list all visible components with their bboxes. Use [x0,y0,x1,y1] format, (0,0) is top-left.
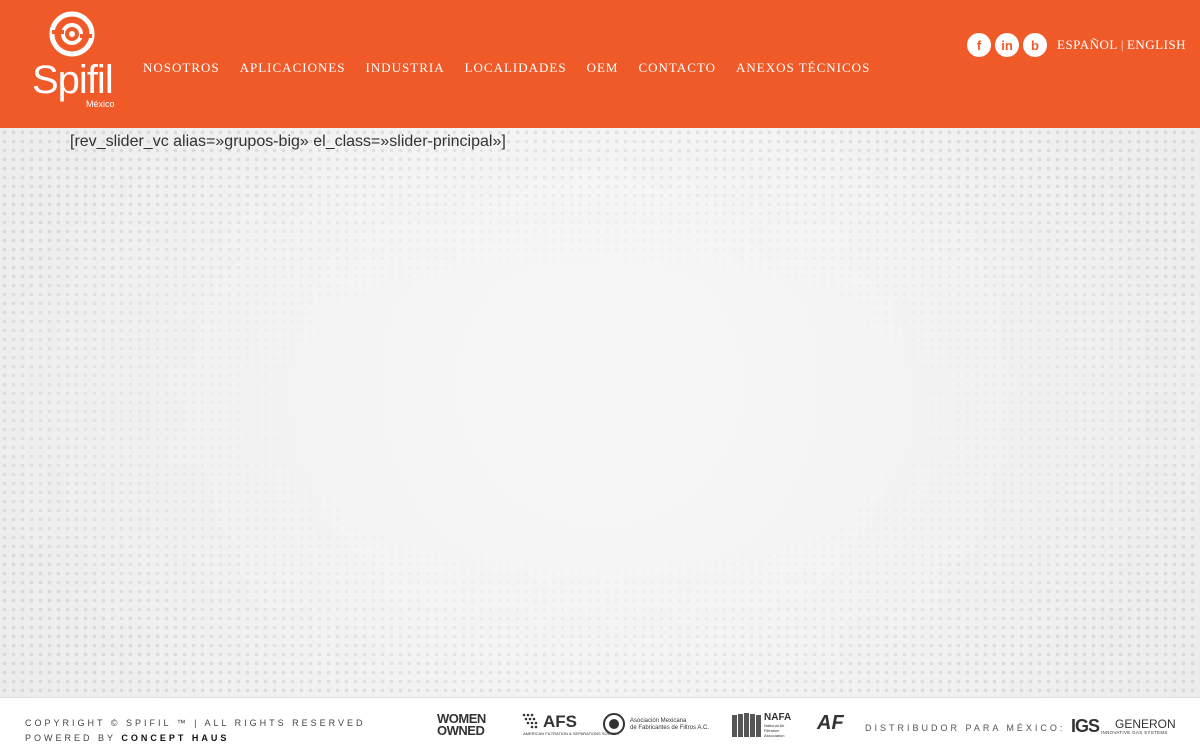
amff-line2: de Fabricantes de Filtros A.C. [630,725,710,731]
language-switcher: ESPAÑOL | ENGLISH [1057,37,1186,53]
nafa-subtext: National Air Filtration Association [764,723,784,738]
powered-by-prefix: POWERED BY [25,733,116,743]
generon-text: GENERON [1115,717,1176,731]
nav-item-localidades[interactable]: LOCALIDADES [465,60,567,76]
afs-text: AFS [543,712,577,731]
linkedin-icon[interactable]: in [995,33,1019,57]
social-links: f in b [967,33,1047,57]
brand-subtitle: México [86,99,115,109]
blog-icon[interactable]: b [1023,33,1047,57]
blog-glyph: b [1031,37,1039,53]
halftone-background [0,128,1200,697]
brand-name: Spifil [32,58,114,102]
main-content: [rev_slider_vc alias=»grupos-big» el_cla… [0,128,1200,697]
af-text: AF [817,712,844,734]
af-logo: AF [817,712,844,735]
amff-line1: Asociación Mexicana [630,718,687,724]
copyright-block: COPYRIGHT © SPIFIL ™ | ALL RIGHTS RESERV… [25,716,366,746]
nav-item-industria[interactable]: INDUSTRIA [366,60,445,76]
women-owned-logo: WOMEN OWNED [437,712,486,738]
distributor-label: DISTRIBUDOR PARA MÉXICO: [865,723,1066,733]
lang-english[interactable]: ENGLISH [1127,37,1186,52]
spiral-icon [49,11,95,57]
nav-item-aplicaciones[interactable]: APLICACIONES [240,60,346,76]
facebook-glyph: f [976,37,982,53]
lang-separator: | [1120,37,1124,52]
copyright-text: COPYRIGHT © SPIFIL ™ | ALL RIGHTS RESERV… [25,718,366,728]
nav-item-anexos-tecnicos[interactable]: ANEXOS TÉCNICOS [736,60,870,76]
amff-text: Asociación Mexicana de Fabricantes de Fi… [630,718,709,732]
linkedin-glyph: in [1001,37,1013,53]
igs-text: IGS [1071,716,1100,736]
amff-seal-icon [603,713,625,735]
nav-item-contacto[interactable]: CONTACTO [638,60,716,76]
lang-espanol[interactable]: ESPAÑOL [1057,37,1118,52]
nav-item-oem[interactable]: OEM [587,60,619,76]
slider-shortcode-text: [rev_slider_vc alias=»grupos-big» el_cla… [70,133,506,150]
site-header: Spifil México NOSOTROS APLICACIONES INDU… [0,0,1200,128]
powered-by-line: POWERED BY CONCEPT HAUS [25,731,366,746]
site-footer: COPYRIGHT © SPIFIL ™ | ALL RIGHTS RESERV… [0,697,1200,750]
women-owned-line2: OWNED [437,723,485,738]
nav-item-nosotros[interactable]: NOSOTROS [143,60,220,76]
facebook-icon[interactable]: f [967,33,991,57]
nafa-text: NAFA [764,712,792,723]
nafa-filter-icon [732,713,761,737]
spifil-logo[interactable]: Spifil México [28,10,124,114]
concept-haus-link[interactable]: CONCEPT HAUS [121,733,229,743]
main-nav: NOSOTROS APLICACIONES INDUSTRIA LOCALIDA… [143,60,890,76]
nafa-sub-line3: Association [764,733,785,738]
afs-globe-icon [522,713,538,729]
generon-subtext: INNOVATIVE GAS SYSTEMS [1101,730,1168,735]
